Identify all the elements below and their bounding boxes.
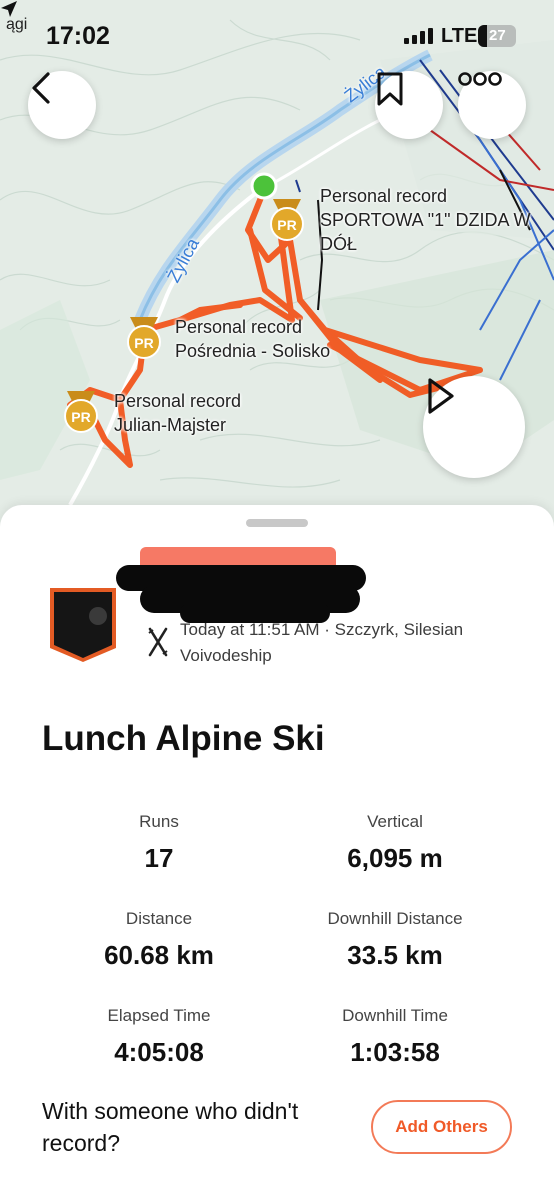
- stat-value: 6,095 m: [347, 843, 443, 873]
- stat-label: Runs: [139, 812, 179, 831]
- pr-segment-name: Pośrednia - Solisko: [175, 341, 331, 361]
- pr-tag: Personal record: [320, 186, 448, 206]
- more-options-button[interactable]: [458, 71, 526, 139]
- add-others-button[interactable]: Add Others: [371, 1100, 512, 1154]
- stat-runs: Runs 17: [39, 811, 279, 873]
- location-arrow-icon: [1, 1, 17, 17]
- stat-downhill-time: Downhill Time 1:03:58: [275, 1005, 515, 1067]
- bookmark-icon: [377, 72, 403, 106]
- status-bar: ągi 17:02 LTE 27: [0, 0, 554, 72]
- stat-label: Elapsed Time: [107, 1006, 211, 1025]
- stat-value: 4:05:08: [114, 1037, 204, 1067]
- activity-map[interactable]: Żylica Żylica PR PR PR Personal record S…: [0, 0, 554, 560]
- add-others-prompt: With someone who didn't record?: [42, 1098, 299, 1156]
- alpine-ski-icon: [148, 627, 168, 657]
- stat-distance: Distance 60.68 km: [39, 908, 279, 970]
- pr-tag: Personal record: [175, 317, 303, 337]
- pr-segment-name: SPORTOWA "1" DZIDA W DÓŁ: [320, 210, 531, 254]
- pr-badge-text: PR: [134, 335, 153, 351]
- stat-value: 33.5 km: [347, 940, 443, 970]
- stat-elapsed-time: Elapsed Time 4:05:08: [39, 1005, 279, 1067]
- pr-badge-text: PR: [277, 217, 296, 233]
- more-dots-icon: [458, 72, 502, 86]
- stat-downhill-distance: Downhill Distance 33.5 km: [275, 908, 515, 970]
- play-flyover-button[interactable]: [423, 376, 525, 478]
- pr-medal-icon[interactable]: PR: [61, 389, 101, 433]
- play-icon: [428, 378, 454, 414]
- pr-label: Personal record SPORTOWA "1" DZIDA W DÓŁ: [320, 184, 554, 256]
- bookmark-button[interactable]: [375, 71, 443, 139]
- activity-details-sheet: Today at 11:51 AM · Szczyrk, Silesian Vo…: [0, 505, 554, 1200]
- pr-label: Personal record Julian-Majster: [114, 389, 241, 437]
- stat-label: Downhill Distance: [327, 909, 463, 928]
- pr-medal-icon[interactable]: PR: [124, 315, 164, 359]
- stat-vertical: Vertical 6,095 m: [275, 811, 515, 873]
- stat-label: Downhill Time: [342, 1006, 448, 1025]
- stat-label: Vertical: [367, 812, 423, 831]
- athlete-avatar[interactable]: [48, 586, 118, 664]
- clock: 17:02: [46, 22, 110, 50]
- chevron-left-icon: [32, 72, 50, 104]
- battery-icon: 27: [478, 25, 516, 47]
- stat-value: 60.68 km: [104, 940, 214, 970]
- stat-value: 17: [144, 843, 174, 873]
- pr-label: Personal record Pośrednia - Solisko: [175, 315, 330, 363]
- pr-tag: Personal record: [114, 391, 242, 411]
- back-to-app-label[interactable]: ągi: [6, 16, 27, 34]
- battery-level: 27: [489, 27, 506, 44]
- activity-title: Lunch Alpine Ski: [42, 719, 325, 758]
- sheet-grabber[interactable]: [246, 519, 308, 527]
- back-button[interactable]: [28, 71, 96, 139]
- pr-badge-text: PR: [71, 409, 90, 425]
- pr-medal-icon[interactable]: PR: [267, 197, 307, 241]
- stat-value: 1:03:58: [350, 1037, 440, 1067]
- pr-segment-name: Julian-Majster: [114, 415, 227, 435]
- stat-label: Distance: [125, 909, 193, 928]
- activity-meta: Today at 11:51 AM · Szczyrk, Silesian Vo…: [180, 620, 464, 665]
- signal-icon: [404, 28, 433, 44]
- network-type: LTE: [441, 25, 478, 47]
